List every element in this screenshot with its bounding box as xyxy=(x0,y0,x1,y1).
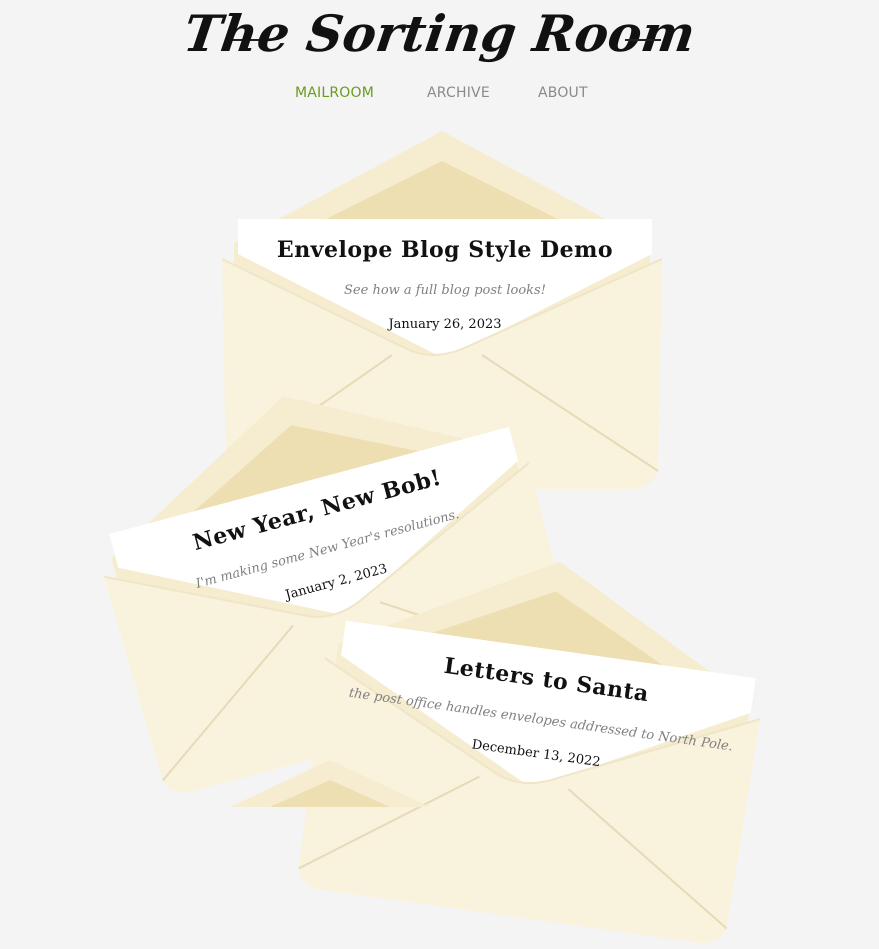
post-subtitle: See how a full blog post looks! xyxy=(344,283,546,298)
nav-item-about[interactable]: ABOUT xyxy=(538,85,588,101)
post-envelope[interactable]: Letters to Santa the post office handles… xyxy=(292,531,778,949)
title-rule-right xyxy=(625,39,661,41)
post-date: January 26, 2023 xyxy=(388,317,502,332)
nav-item-mailroom[interactable]: MAILROOM xyxy=(295,85,374,101)
site-header: The Sorting Room xyxy=(0,0,879,80)
main-nav: MAILROOM ARCHIVE ABOUT xyxy=(0,85,879,105)
site-title[interactable]: The Sorting Room xyxy=(0,4,879,63)
post-title[interactable]: Envelope Blog Style Demo xyxy=(238,237,652,263)
nav-item-archive[interactable]: ARCHIVE xyxy=(427,85,490,101)
